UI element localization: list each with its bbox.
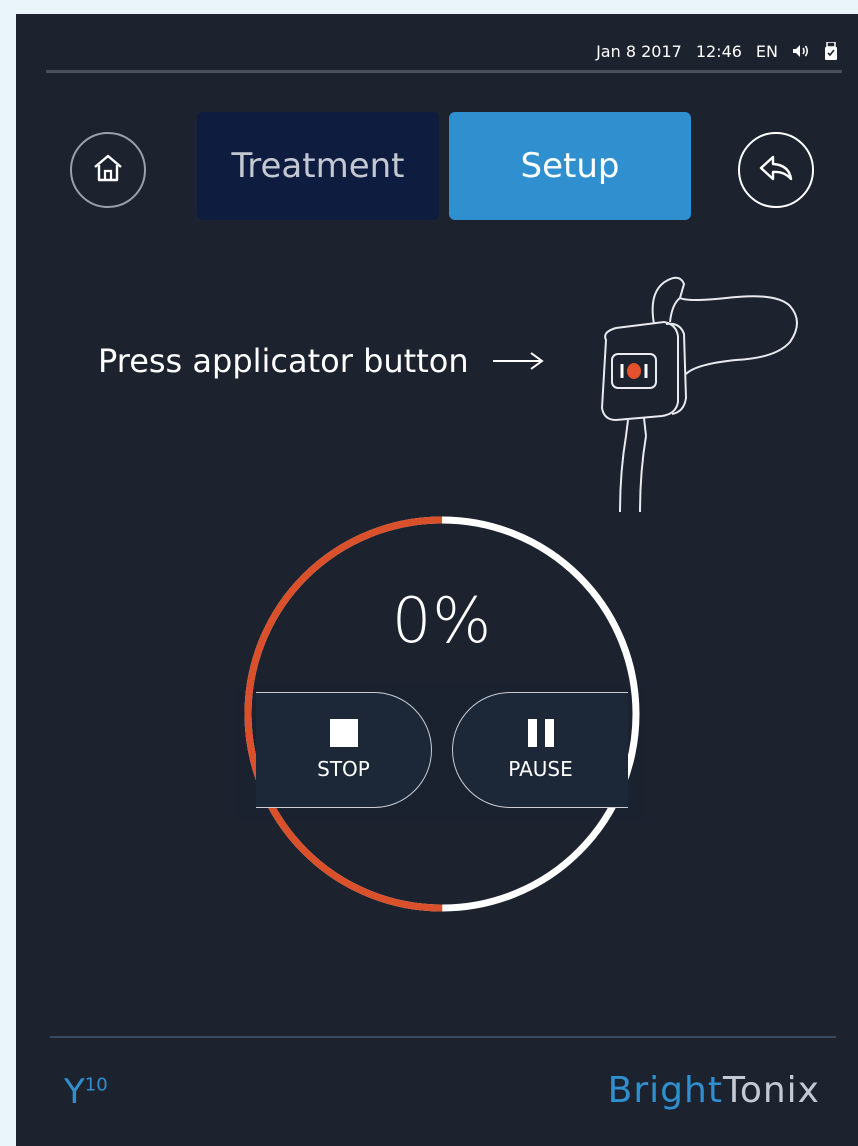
tab-treatment[interactable]: Treatment <box>197 112 439 220</box>
pause-label: PAUSE <box>508 757 573 781</box>
pause-icon <box>527 719 554 747</box>
arrow-right-icon <box>491 342 545 380</box>
model-logo-sup: 10 <box>84 1074 108 1096</box>
model-logo-letter: Y <box>64 1072 85 1112</box>
instruction: Press applicator button <box>98 342 545 380</box>
back-arrow-icon <box>756 153 796 187</box>
home-icon <box>91 152 125 188</box>
back-button[interactable] <box>738 132 814 208</box>
progress-percent: 0% <box>391 584 493 657</box>
model-logo: Y10 <box>64 1072 108 1112</box>
brand-logo-part1: Bright <box>607 1070 723 1111</box>
footer-divider <box>50 1036 836 1038</box>
brand-logo: BrightTonix <box>608 1070 820 1111</box>
status-date: Jan 8 2017 <box>596 41 682 61</box>
pause-button[interactable]: PAUSE <box>452 692 628 808</box>
status-time: 12:46 <box>695 41 742 61</box>
stop-button[interactable]: STOP <box>256 692 432 808</box>
usb-icon <box>824 42 838 60</box>
brand-logo-part2: Tonix <box>722 1070 820 1111</box>
stop-label: STOP <box>317 757 370 781</box>
home-button[interactable] <box>70 132 146 208</box>
stop-icon <box>329 719 358 747</box>
tab-treatment-label: Treatment <box>231 146 405 186</box>
applicator-illustration <box>576 262 816 513</box>
status-divider <box>46 70 842 73</box>
instruction-text: Press applicator button <box>98 342 469 380</box>
status-bar: Jan 8 2017 12:46 EN <box>596 40 838 62</box>
tab-setup[interactable]: Setup <box>449 112 691 220</box>
volume-icon <box>792 44 810 58</box>
device-screen: Jan 8 2017 12:46 EN Treatment Setup Pres… <box>16 14 858 1146</box>
status-language: EN <box>755 41 778 61</box>
tab-setup-label: Setup <box>520 146 620 186</box>
